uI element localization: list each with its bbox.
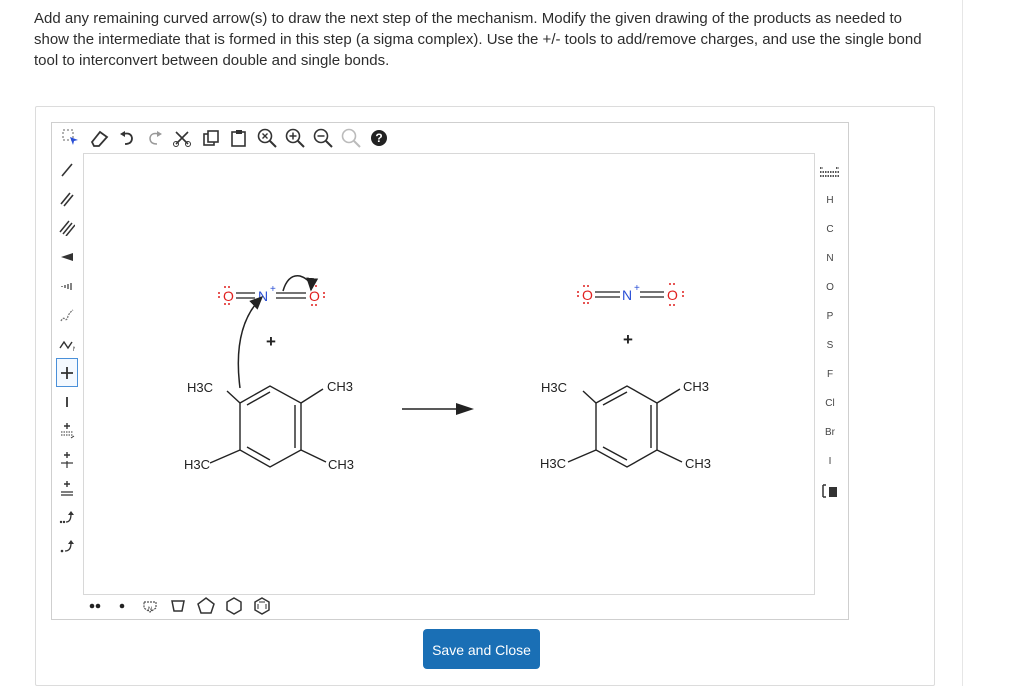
double-bond-icon[interactable] xyxy=(56,184,78,213)
element-n[interactable]: N xyxy=(816,244,844,273)
lone-pair-icon[interactable] xyxy=(85,593,105,619)
svg-text:N: N xyxy=(148,607,152,613)
cut-icon[interactable] xyxy=(170,125,196,151)
element-cl[interactable]: Cl xyxy=(816,389,844,418)
cyclopentane-icon[interactable] xyxy=(195,593,217,619)
curved-arrow-pair-icon[interactable] xyxy=(56,503,78,532)
top-toolbar: ? xyxy=(58,125,394,151)
wavy-bond-icon[interactable] xyxy=(56,300,78,329)
wedge-bond-icon[interactable] xyxy=(56,242,78,271)
bottom-toolbar: N xyxy=(85,593,279,619)
drawing-canvas[interactable] xyxy=(83,153,815,595)
copy-icon[interactable] xyxy=(198,125,224,151)
cyclohexane-icon[interactable] xyxy=(223,593,245,619)
minus-charge-icon[interactable] xyxy=(56,387,78,416)
radical-icon[interactable] xyxy=(111,593,133,619)
triple-bond-icon[interactable] xyxy=(56,213,78,242)
ring-template-icon[interactable]: N xyxy=(139,593,161,619)
element-palette: H C N O P S F Cl Br I xyxy=(816,157,844,505)
paste-icon[interactable] xyxy=(226,125,252,151)
sidebar-divider xyxy=(962,0,963,686)
clean-icon[interactable] xyxy=(338,125,364,151)
element-c[interactable]: C xyxy=(816,215,844,244)
element-h[interactable]: H xyxy=(816,186,844,215)
save-and-close-button[interactable]: Save and Close xyxy=(423,629,540,669)
benzene-icon[interactable] xyxy=(251,593,273,619)
chain-icon[interactable]: N xyxy=(56,329,78,358)
help-icon[interactable]: ? xyxy=(366,125,392,151)
element-br[interactable]: Br xyxy=(816,418,844,447)
periodic-table-icon[interactable] xyxy=(816,157,844,186)
curved-arrow-single-icon[interactable] xyxy=(56,532,78,561)
cyclobutane-icon[interactable] xyxy=(167,593,189,619)
eraser-icon[interactable] xyxy=(86,125,112,151)
zoom-fit-icon[interactable] xyxy=(254,125,280,151)
element-f[interactable]: F xyxy=(816,360,844,389)
redo-icon[interactable] xyxy=(142,125,168,151)
element-o[interactable]: O xyxy=(816,273,844,302)
element-p[interactable]: P xyxy=(816,302,844,331)
svg-text:?: ? xyxy=(375,131,382,145)
undo-icon[interactable] xyxy=(114,125,140,151)
svg-text:N: N xyxy=(73,347,75,352)
element-s[interactable]: S xyxy=(816,331,844,360)
zoom-out-icon[interactable] xyxy=(310,125,336,151)
plus-charge-icon[interactable] xyxy=(56,358,78,387)
radical-dot-icon[interactable] xyxy=(56,474,78,503)
hash-bond-icon[interactable] xyxy=(56,271,78,300)
instructions-text: Add any remaining curved arrow(s) to dra… xyxy=(34,10,922,69)
element-i[interactable]: I xyxy=(816,447,844,476)
single-bond-icon[interactable] xyxy=(56,155,78,184)
select-lasso-icon[interactable] xyxy=(58,125,84,151)
atom-template-icon[interactable] xyxy=(816,476,844,505)
radical-plus-icon[interactable] xyxy=(56,416,78,445)
radical-minus-icon[interactable] xyxy=(56,445,78,474)
left-toolbar: N xyxy=(56,155,78,561)
zoom-in-icon[interactable] xyxy=(282,125,308,151)
